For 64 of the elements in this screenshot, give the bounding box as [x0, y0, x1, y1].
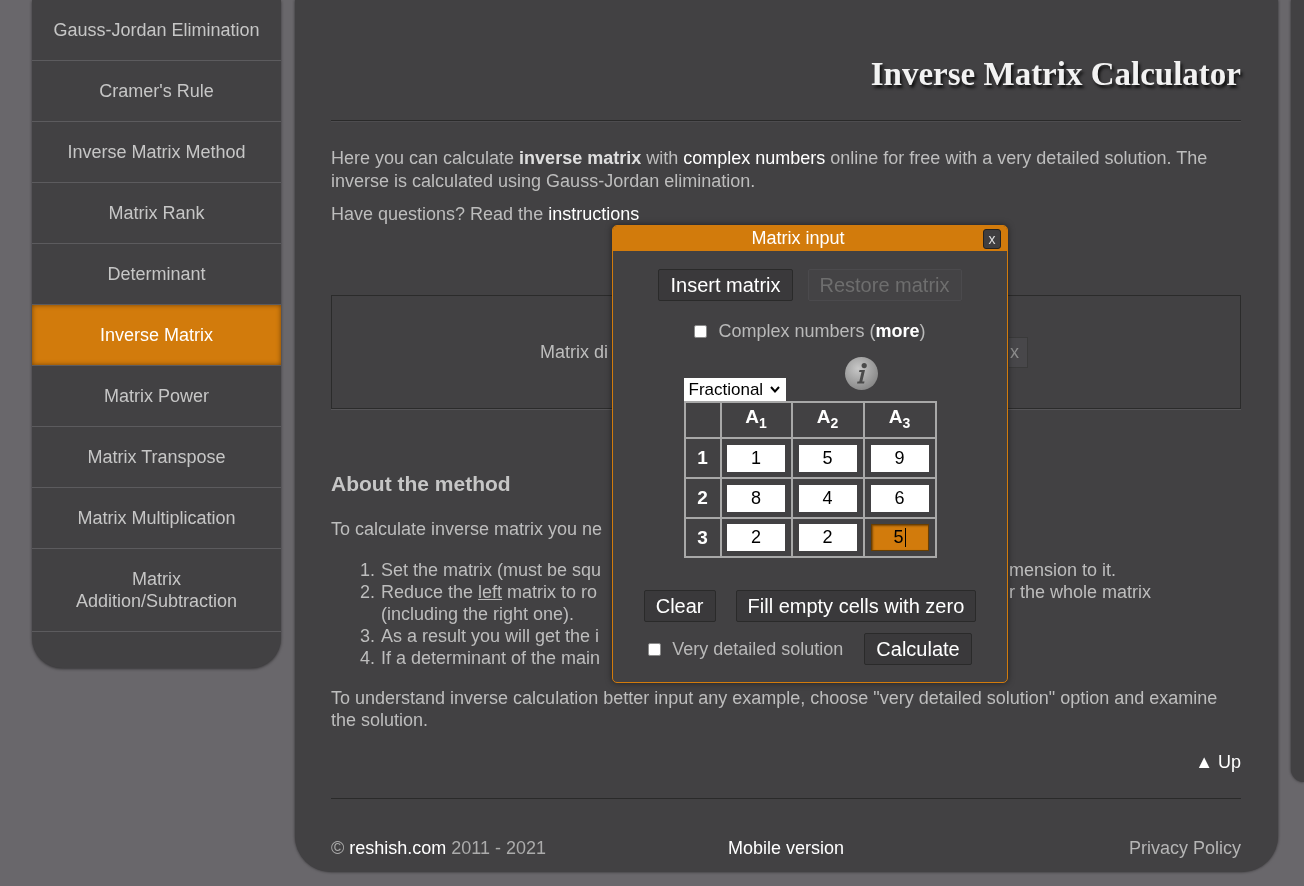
step-number: 2.: [360, 581, 375, 603]
more-link[interactable]: more: [875, 321, 920, 341]
matrix-input-field[interactable]: 4: [798, 484, 857, 512]
matrix-input-field[interactable]: 5: [798, 444, 857, 472]
complex-numbers-link[interactable]: complex numbers: [683, 148, 826, 168]
help-text: Have questions? Read the instructions: [331, 203, 640, 226]
sidebar-item[interactable]: Matrix Addition/Subtraction: [32, 549, 281, 632]
complex-numbers-label: Complex numbers (more): [718, 320, 926, 342]
intro-text: Here you can calculate inverse matrix with complex numbers online for free with a very detailed solution. The inverse is calculated using Gauss-Jordan elimination.: [331, 147, 1209, 193]
matrix-input-field[interactable]: 9: [870, 444, 929, 472]
chevron-down-icon: [769, 386, 780, 393]
step-number: 1.: [360, 559, 375, 581]
fill-zero-button[interactable]: Fill empty cells with zero: [735, 590, 977, 622]
step-text: r the whole matrix: [1009, 581, 1152, 603]
matrix-input-field[interactable]: 1: [727, 444, 785, 472]
checkbox[interactable]: [648, 642, 662, 656]
up-link[interactable]: ▲ Up: [1195, 751, 1241, 773]
matrix-input-field[interactable]: 8: [727, 484, 785, 512]
site-link[interactable]: reshish.com: [349, 838, 447, 858]
row-header: 2: [697, 487, 708, 509]
column-header: A$_{1}$: [745, 406, 767, 433]
step-text: Reduce the left matrix to ro: [381, 581, 598, 603]
lead-text: To calculate inverse matrix you ne: [331, 518, 603, 540]
sidebar-item[interactable]: Gauss-Jordan Elimination: [32, 0, 281, 61]
step-text: Set the matrix (must be squ: [381, 559, 602, 581]
sidebar-item[interactable]: Matrix Multiplication: [32, 488, 281, 549]
column-header: A$_{2}$: [816, 406, 839, 433]
sidebar-item[interactable]: Cramer's Rule: [32, 61, 281, 122]
step-text: As a result you will get the i: [381, 625, 600, 647]
table-corner-cell: [685, 403, 720, 437]
mobile-version-link[interactable]: Mobile version: [727, 837, 845, 859]
step-number: 4.: [360, 647, 375, 669]
detailed-solution-label: Very detailed solution: [672, 638, 844, 660]
page-title: Inverse Matrix Calculator: [870, 56, 1241, 92]
sidebar-item[interactable]: Matrix Power: [32, 366, 281, 427]
clear-button[interactable]: Clear: [643, 590, 716, 622]
info-icon[interactable]: [844, 357, 878, 390]
sidebar-item[interactable]: Matrix Rank: [32, 183, 281, 244]
step-text: mension to it.: [1009, 559, 1117, 581]
matrix-input-field[interactable]: 5: [870, 524, 929, 551]
step-text: (including the right one).: [381, 603, 575, 625]
calculate-button[interactable]: Calculate: [864, 633, 972, 665]
section-heading: About the method: [331, 472, 511, 496]
checkbox[interactable]: [694, 324, 708, 338]
copyright-text: © reshish.com 2011 - 2021: [331, 837, 547, 859]
text-cursor-icon: [904, 528, 906, 547]
number-format-select[interactable]: Fractional: [683, 378, 786, 401]
dimension-label: Matrix di: [540, 341, 608, 363]
close-button[interactable]: x: [983, 228, 1001, 249]
matrix-input-field[interactable]: 2: [727, 524, 785, 551]
sidebar-item[interactable]: Matrix Transpose: [32, 427, 281, 488]
insert-matrix-button[interactable]: Insert matrix: [658, 269, 793, 301]
closing-text: To understand inverse calculation better input any example, choose "very detailed solution" option and examine the solution.: [331, 687, 1219, 731]
row-header: 3: [697, 526, 708, 549]
dialog-title: Matrix input: [751, 228, 845, 249]
sidebar-item[interactable]: Inverse Matrix Method: [32, 122, 281, 183]
instructions-link[interactable]: instructions: [548, 204, 640, 224]
step-number: 3.: [360, 625, 375, 647]
step-text: If a determinant of the main: [381, 647, 601, 669]
privacy-policy-link[interactable]: Privacy Policy: [1128, 837, 1241, 859]
matrix-input-field[interactable]: 2: [798, 524, 857, 551]
matrix-input-field[interactable]: 6: [870, 484, 929, 512]
column-header: A$_{3}$: [888, 406, 911, 433]
row-header: 1: [697, 447, 708, 469]
